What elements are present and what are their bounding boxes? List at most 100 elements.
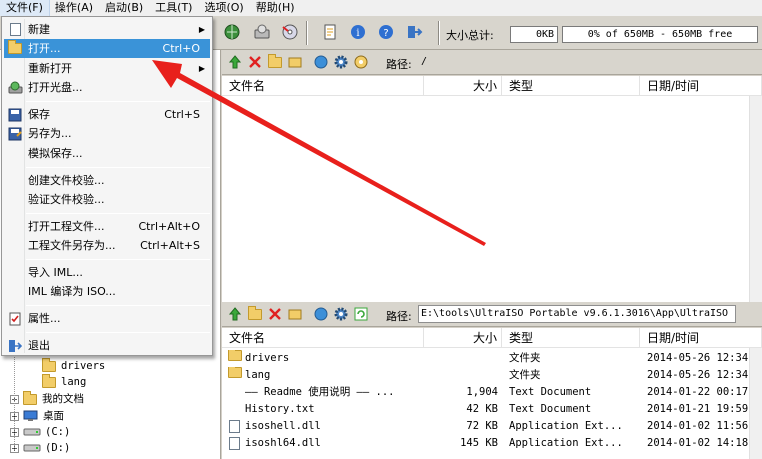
new-folder-icon[interactable] [246,305,264,323]
rename-icon[interactable] [286,305,304,323]
column-filename[interactable]: 文件名 [222,76,424,96]
tree-item-my-documents[interactable]: + 我的文档 [10,390,84,407]
iso-list-scrollbar[interactable] [749,96,762,302]
menu-item-import-iml[interactable]: 导入 IML... [4,263,210,282]
properties-icon [7,311,23,326]
file-menu-dropdown: 新建 ▶ 打开... Ctrl+O 重新打开 ▶ 打开光盘... 保存 Ctrl… [1,16,213,356]
menu-item-label: 保存 [28,108,50,121]
folder-icon [228,367,246,384]
menu-item-verify-checksum[interactable]: 验证文件校验... [4,190,210,209]
up-arrow-icon[interactable] [226,53,244,71]
cd-properties-icon[interactable] [352,53,370,71]
file-row[interactable]: —— Readme 使用说明 —— ... 1,904 Text Documen… [222,384,752,401]
dll-icon [229,435,245,452]
refresh-icon[interactable] [352,305,370,323]
menu-item-new[interactable]: 新建 ▶ [4,20,210,39]
menu-item-label: 创建文件校验... [28,174,105,187]
column-type[interactable]: 类型 [502,328,640,348]
tree-item-label: 桌面 [43,410,64,422]
local-list-scrollbar[interactable] [749,348,762,459]
menu-tools[interactable]: 工具(T) [149,0,198,16]
submenu-arrow-icon: ▶ [198,25,205,34]
tree-item-desktop[interactable]: + 桌面 [10,408,64,424]
delete-icon[interactable] [246,53,264,71]
up-arrow-icon[interactable] [226,305,244,323]
menu-item-simulate-save[interactable]: 模拟保存... [4,144,210,163]
menu-item-open-project[interactable]: 打开工程文件... Ctrl+Alt+O [4,217,210,236]
settings-gear-icon[interactable] [332,53,350,71]
menu-action[interactable]: 操作(A) [49,0,99,16]
tree-item-drive-c[interactable]: + (C:) [10,424,70,440]
file-row[interactable]: isoshl64.dll 145 KB Application Ext... 2… [222,435,752,452]
new-folder-icon[interactable] [266,53,284,71]
info-icon[interactable]: i [348,22,368,42]
menu-item-save[interactable]: 保存 Ctrl+S [4,105,210,124]
file-type: 文件夹 [509,352,541,364]
burn-drive-icon[interactable] [252,22,272,42]
menu-item-exit[interactable]: 退出 [4,336,210,355]
tree-item-drivers[interactable]: drivers [42,357,105,374]
menu-item-label: 另存为... [28,127,72,140]
menu-item-open[interactable]: 打开... Ctrl+O [4,39,210,58]
menu-boot[interactable]: 启动(B) [99,0,149,16]
toolbar-separator [438,21,440,45]
file-size [424,367,498,384]
menu-item-shortcut: Ctrl+Alt+O [138,220,200,233]
column-size[interactable]: 大小 [424,328,502,348]
file-date: 2014-05-26 12:34 [647,352,749,364]
menu-item-label: IML 编译为 ISO... [28,285,116,298]
open-folder-icon [7,40,23,56]
menu-options[interactable]: 选项(O) [198,0,249,16]
menu-item-label: 属性... [28,312,61,325]
menu-separator [26,305,210,306]
local-path-input[interactable]: E:\tools\UltraISO Portable v9.6.1.3016\A… [418,305,736,323]
file-row[interactable]: History.txt 42 KB Text Document 2014-01-… [222,401,752,418]
iso-path-input[interactable]: / [418,53,758,71]
file-row[interactable]: drivers 文件夹 2014-05-26 12:34 [222,350,752,367]
help-icon[interactable]: ? [376,22,396,42]
open-disc-icon [7,80,23,95]
total-size-label: 大小总计: [446,29,494,42]
tree-item-lang[interactable]: lang [42,373,87,390]
document-icon[interactable] [320,22,340,42]
column-date[interactable]: 日期/时间 [640,328,762,348]
file-row[interactable]: lang 文件夹 2014-05-26 12:34 [222,367,752,384]
tree-item-drive-d[interactable]: + (D:) [10,440,70,456]
menu-item-save-project-as[interactable]: 工程文件另存为... Ctrl+Alt+S [4,236,210,255]
menu-item-compile-iml[interactable]: IML 编译为 ISO... [4,282,210,301]
exit-icon[interactable] [404,22,424,42]
menu-item-open-disc[interactable]: 打开光盘... [4,78,210,97]
menu-item-label: 新建 [28,23,50,36]
globe-icon[interactable] [222,22,242,42]
web-icon[interactable] [312,53,330,71]
file-name: isoshell.dll [245,420,321,432]
file-row[interactable]: isoshell.dll 72 KB Application Ext... 20… [222,418,752,435]
column-filename[interactable]: 文件名 [222,328,424,348]
settings-gear-icon[interactable] [332,305,350,323]
menu-item-save-as[interactable]: 另存为... [4,124,210,143]
file-date: 2014-01-02 14:18 [647,437,749,449]
burn-cd-icon[interactable] [280,22,300,42]
delete-icon[interactable] [266,305,284,323]
tree-item-label: lang [61,376,87,388]
local-list-header: 文件名 大小 类型 日期/时间 [222,328,762,348]
local-path-label: 路径: [386,310,412,323]
menu-bar: 文件(F) 操作(A) 启动(B) 工具(T) 选项(O) 帮助(H) [0,0,762,17]
column-size[interactable]: 大小 [424,76,502,96]
svg-text:?: ? [383,28,388,39]
menu-item-reopen[interactable]: 重新打开 ▶ [4,59,210,78]
menu-item-properties[interactable]: 属性... [4,309,210,328]
toolbar-separator [306,21,308,45]
menu-separator [26,332,210,333]
column-date[interactable]: 日期/时间 [640,76,762,96]
web-icon[interactable] [312,305,330,323]
folder-icon [42,357,56,372]
file-name: lang [245,369,271,381]
local-pane-toolbar: 路径: E:\tools\UltraISO Portable v9.6.1.30… [222,302,762,327]
rename-icon[interactable] [286,53,304,71]
column-type[interactable]: 类型 [502,76,640,96]
tree-item-label: 我的文档 [42,393,84,405]
menu-file[interactable]: 文件(F) [0,0,50,17]
menu-item-create-checksum[interactable]: 创建文件校验... [4,171,210,190]
menu-help[interactable]: 帮助(H) [250,0,301,16]
